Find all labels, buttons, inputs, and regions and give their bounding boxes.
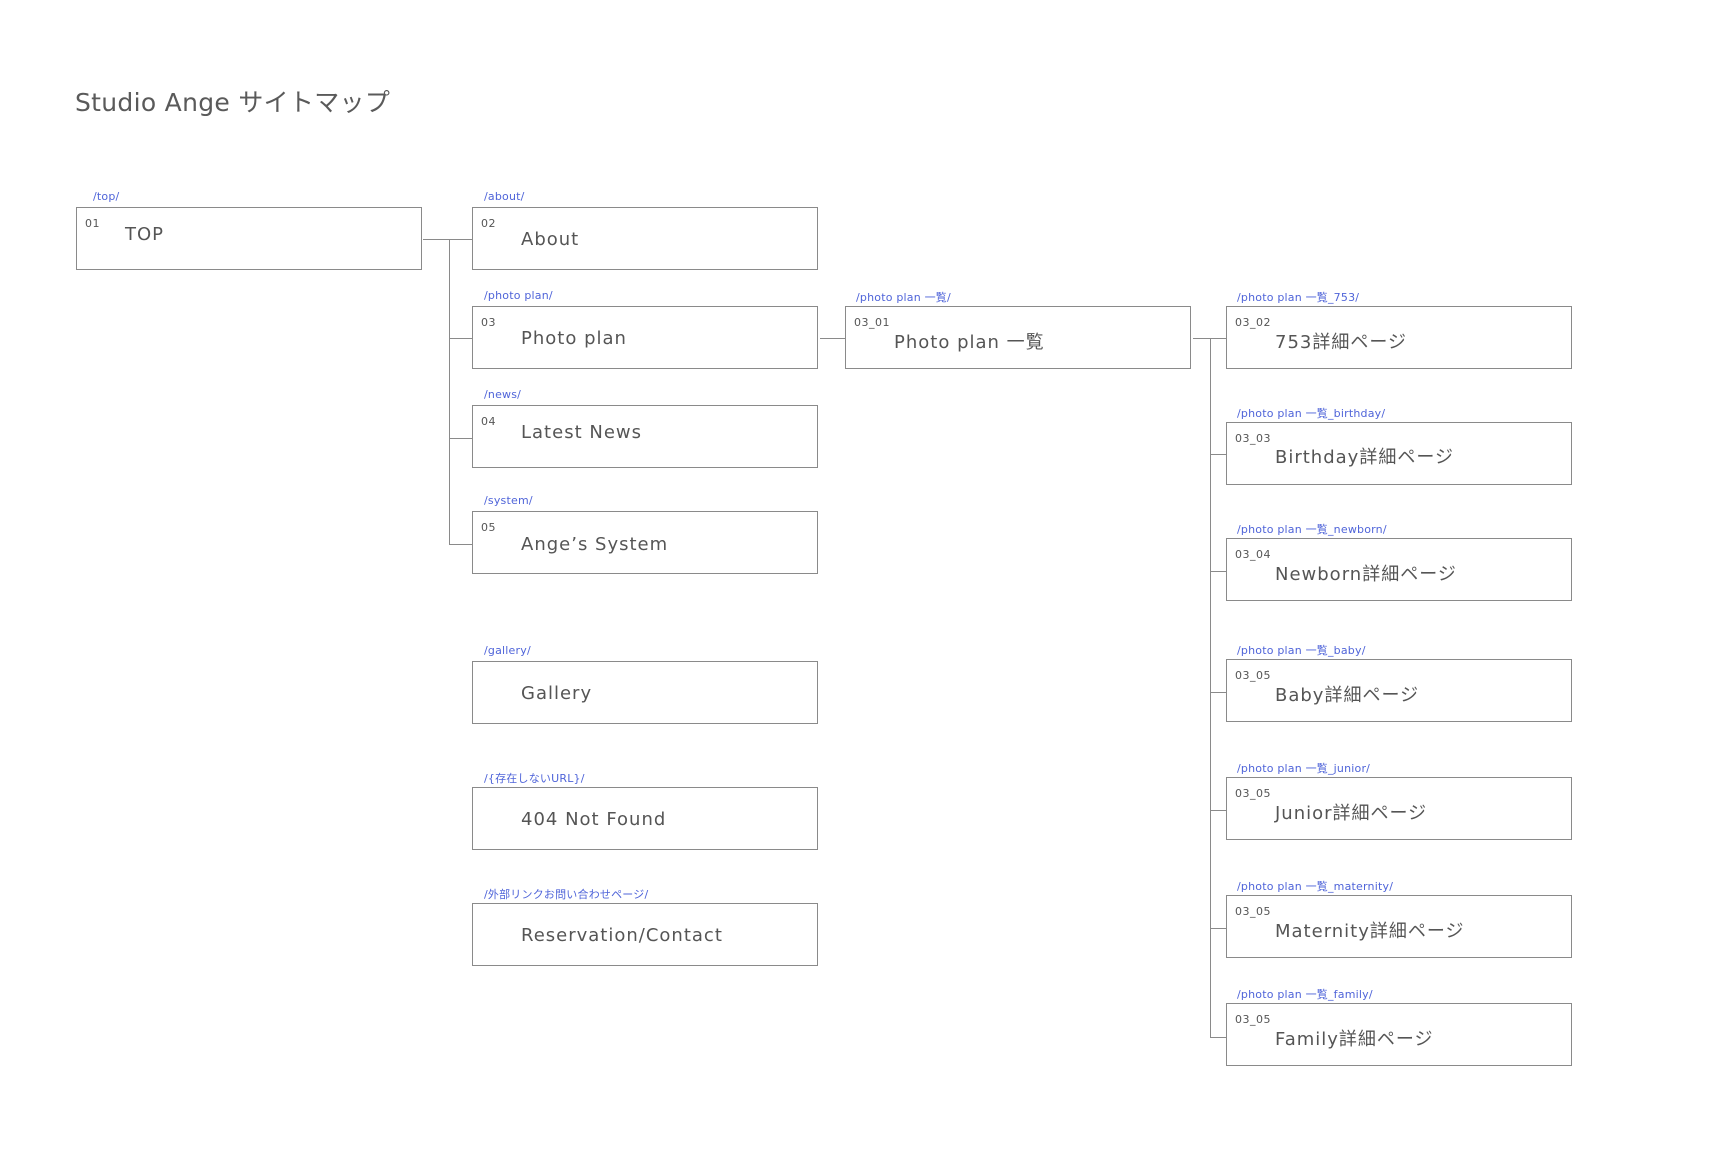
node-maternity: 03_05 Maternity詳細ページ (1226, 895, 1572, 958)
node-label: Ange’s System (521, 534, 669, 555)
connector-newborn-h (1210, 571, 1227, 573)
url-family: /photo plan 一覧_family/ (1237, 988, 1373, 1001)
node-number: 04 (481, 415, 496, 428)
node-birthday: 03_03 Birthday詳細ページ (1226, 422, 1572, 485)
connector-birthday-h (1210, 454, 1227, 456)
node-number: 03_02 (1235, 316, 1271, 329)
node-label: Newborn詳細ページ (1275, 564, 1457, 585)
node-label: Gallery (521, 683, 593, 704)
node-label: Family詳細ページ (1275, 1029, 1434, 1050)
node-reserve: Reservation/Contact (472, 903, 818, 966)
node-gallery: Gallery (472, 661, 818, 724)
node-number: 03 (481, 316, 496, 329)
node-list: 03_01 Photo plan 一覧 (845, 306, 1191, 369)
node-label: Reservation/Contact (521, 925, 723, 946)
node-system: 05 Ange’s System (472, 511, 818, 574)
url-photoplan: /photo plan/ (484, 289, 553, 302)
page-title: Studio Ange サイトマップ (75, 88, 391, 117)
node-number: 02 (481, 217, 496, 230)
node-notfound: 404 Not Found (472, 787, 818, 850)
node-number: 05 (481, 521, 496, 534)
url-baby: /photo plan 一覧_baby/ (1237, 644, 1366, 657)
url-news: /news/ (484, 388, 522, 401)
connector-junior-h (1210, 810, 1227, 812)
node-number: 03_04 (1235, 548, 1271, 561)
url-junior: /photo plan 一覧_junior/ (1237, 762, 1371, 775)
node-label: About (521, 229, 580, 250)
url-maternity: /photo plan 一覧_maternity/ (1237, 880, 1394, 893)
node-number: 03_05 (1235, 1013, 1271, 1026)
node-top: 01 TOP (76, 207, 422, 270)
node-number: 03_05 (1235, 787, 1271, 800)
node-number: 03_03 (1235, 432, 1271, 445)
url-notfound: /{存在しないURL}/ (484, 772, 585, 785)
connector-news-h (449, 438, 474, 440)
node-family: 03_05 Family詳細ページ (1226, 1003, 1572, 1066)
connector-level3-v (1210, 338, 1212, 1038)
connector-level1-v (449, 239, 451, 545)
connector-photoplan-h (449, 338, 474, 340)
connector-maternity-h (1210, 928, 1227, 930)
node-baby: 03_05 Baby詳細ページ (1226, 659, 1572, 722)
node-label: 753詳細ページ (1275, 332, 1407, 353)
node-about: 02 About (472, 207, 818, 270)
url-753: /photo plan 一覧_753/ (1237, 291, 1360, 304)
node-newborn: 03_04 Newborn詳細ページ (1226, 538, 1572, 601)
url-newborn: /photo plan 一覧_newborn/ (1237, 523, 1387, 536)
url-gallery: /gallery/ (484, 644, 531, 657)
node-label: Birthday詳細ページ (1275, 447, 1454, 468)
node-label: Photo plan (521, 328, 627, 349)
url-about: /about/ (484, 190, 525, 203)
node-photoplan: 03 Photo plan (472, 306, 818, 369)
node-number: 03_05 (1235, 669, 1271, 682)
node-753: 03_02 753詳細ページ (1226, 306, 1572, 369)
node-label: 404 Not Found (521, 809, 667, 830)
node-label: TOP (125, 224, 165, 245)
connector-photoplan-list-h (820, 338, 846, 340)
connector-baby-h (1210, 692, 1227, 694)
node-label: Photo plan 一覧 (894, 332, 1045, 353)
url-birthday: /photo plan 一覧_birthday/ (1237, 407, 1386, 420)
connector-about-h (449, 239, 474, 241)
node-number: 03_05 (1235, 905, 1271, 918)
node-news: 04 Latest News (472, 405, 818, 468)
node-label: Baby詳細ページ (1275, 685, 1420, 706)
node-number: 03_01 (854, 316, 890, 329)
url-system: /system/ (484, 494, 533, 507)
node-number: 01 (85, 217, 100, 230)
node-label: Junior詳細ページ (1275, 803, 1428, 824)
url-reserve: /外部リンクお問い合わせページ/ (484, 888, 649, 901)
connector-family-h (1210, 1037, 1227, 1039)
node-label: Maternity詳細ページ (1275, 921, 1465, 942)
connector-system-h (449, 544, 474, 546)
node-label: Latest News (521, 422, 642, 443)
url-top: /top/ (93, 190, 120, 203)
connector-top-h (423, 239, 449, 241)
node-junior: 03_05 Junior詳細ページ (1226, 777, 1572, 840)
url-list: /photo plan 一覧/ (856, 291, 951, 304)
